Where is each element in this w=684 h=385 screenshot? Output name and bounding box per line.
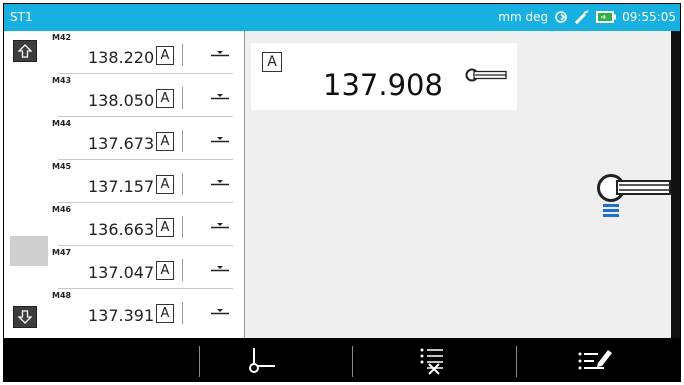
feature-line-icon	[211, 180, 229, 186]
measurement-label: M43	[52, 76, 72, 85]
measurement-label: M48	[52, 291, 72, 300]
mode-badge: A	[262, 52, 282, 72]
mode-badge: A	[156, 132, 174, 151]
main-area: A 137.908	[245, 31, 671, 338]
feature-line-icon	[211, 137, 229, 143]
feature-line-icon	[211, 309, 229, 315]
probe-icon	[597, 174, 671, 217]
list-item[interactable]: M43 138.050 A	[48, 74, 245, 117]
divider	[182, 173, 183, 195]
probe-status-icon	[574, 10, 590, 24]
list-item[interactable]: M42 138.220 A	[48, 31, 245, 74]
divider	[182, 216, 183, 238]
mode-badge: A	[156, 46, 174, 65]
divider	[182, 259, 183, 281]
scroll-thumb[interactable]	[10, 236, 48, 266]
divider	[182, 87, 183, 109]
list-item[interactable]: M46 136.663 A	[48, 203, 245, 246]
mode-badge: A	[156, 304, 174, 323]
current-reading-card[interactable]: A 137.908	[251, 43, 517, 110]
measurement-label: M42	[52, 33, 72, 42]
divider	[199, 346, 200, 377]
current-reading-value: 137.908	[323, 68, 443, 102]
list-item[interactable]: M48 137.391 A	[48, 289, 245, 332]
mode-badge: A	[156, 261, 174, 280]
mode-badge: A	[156, 218, 174, 237]
scroll-up-button[interactable]	[13, 40, 37, 62]
status-indicators: mm deg 09:55:05	[492, 10, 676, 24]
measurement-value: 137.157	[88, 177, 155, 196]
right-edge	[671, 31, 680, 338]
edit-list-button[interactable]	[564, 342, 624, 380]
battery-icon	[596, 11, 617, 23]
divider	[182, 44, 183, 66]
mode-badge: A	[156, 89, 174, 108]
point-probe-button[interactable]	[232, 342, 292, 380]
feature-line-icon	[211, 266, 229, 272]
scroll-column	[4, 31, 48, 338]
measurement-value: 138.050	[88, 91, 155, 110]
feature-line-icon	[211, 223, 229, 229]
measurement-label: M47	[52, 248, 72, 257]
divider	[516, 346, 517, 377]
measurement-list: M42 138.220 A M43 138.050 A M44 137.673 …	[48, 31, 245, 338]
status-bar: ST1 mm deg 09:55:05	[4, 4, 680, 31]
measurement-value: 136.663	[88, 220, 155, 239]
measurement-value: 138.220	[88, 48, 155, 67]
list-item[interactable]: M47 137.047 A	[48, 246, 245, 289]
divider	[182, 130, 183, 152]
measurement-value: 137.391	[88, 306, 155, 325]
measurement-label: M45	[52, 162, 72, 171]
clock-label: 09:55:05	[622, 10, 676, 24]
measurement-label: M44	[52, 119, 72, 128]
scroll-down-button[interactable]	[13, 306, 37, 328]
divider	[352, 346, 353, 377]
divider	[182, 302, 183, 324]
measurement-value: 137.047	[88, 263, 155, 282]
workstation-label: ST1	[10, 10, 33, 24]
list-item[interactable]: M45 137.157 A	[48, 160, 245, 203]
mode-badge: A	[156, 175, 174, 194]
arrow-up-icon	[18, 44, 32, 58]
list-item[interactable]: M44 137.673 A	[48, 117, 245, 160]
measurement-label: M46	[52, 205, 72, 214]
edit-list-icon	[578, 350, 612, 370]
point-probe-icon	[249, 348, 275, 373]
probe-icon	[465, 68, 507, 82]
measurement-value: 137.673	[88, 134, 155, 153]
arrow-down-icon	[18, 310, 32, 324]
feature-line-icon	[211, 51, 229, 57]
feature-line-icon	[211, 94, 229, 100]
connection-icon	[554, 10, 568, 24]
units-label: mm deg	[498, 10, 549, 24]
delete-list-button[interactable]	[402, 342, 462, 380]
bottom-toolbar	[4, 338, 680, 381]
delete-list-icon	[420, 348, 443, 375]
